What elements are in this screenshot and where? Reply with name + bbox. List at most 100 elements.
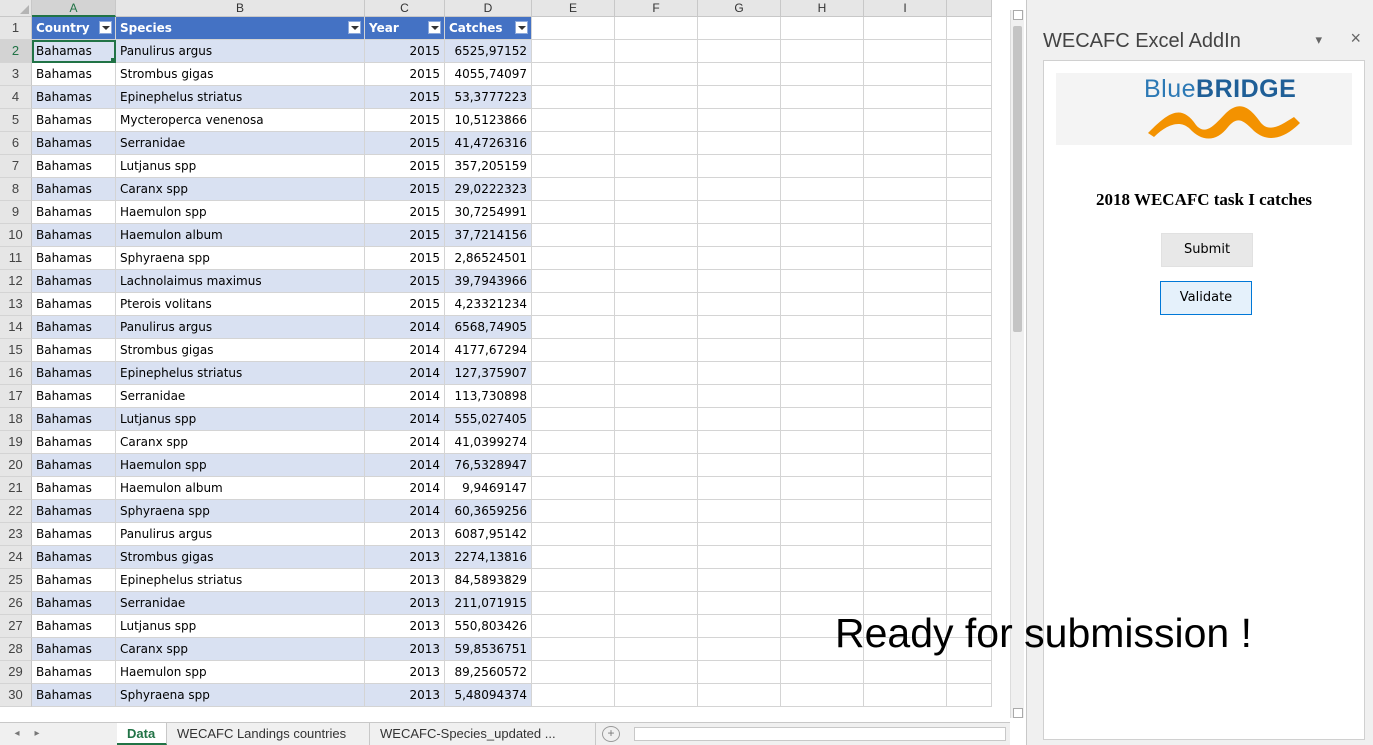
cell[interactable]: 2015 [365,63,445,86]
cell[interactable]: Bahamas [32,293,116,316]
empty-cell[interactable] [864,684,947,707]
empty-cell[interactable] [698,293,781,316]
cell[interactable]: 2015 [365,86,445,109]
row-header[interactable]: 25 [0,569,32,592]
empty-cell[interactable] [615,40,698,63]
cell[interactable]: Bahamas [32,638,116,661]
empty-cell[interactable] [698,247,781,270]
empty-cell[interactable] [615,247,698,270]
cell[interactable]: Bahamas [32,408,116,431]
scroll-up-arrow[interactable] [1013,10,1023,20]
empty-cell[interactable] [532,224,615,247]
cell[interactable]: Strombus gigas [116,339,365,362]
cell[interactable]: Bahamas [32,569,116,592]
cell[interactable]: Bahamas [32,132,116,155]
cell[interactable]: Haemulon album [116,477,365,500]
scroll-thumb[interactable] [1013,26,1022,332]
cell[interactable]: 2014 [365,362,445,385]
empty-cell[interactable] [947,661,992,684]
cell[interactable]: Bahamas [32,385,116,408]
row-header[interactable]: 24 [0,546,32,569]
empty-cell[interactable] [781,178,864,201]
empty-cell[interactable] [864,477,947,500]
empty-cell[interactable] [781,201,864,224]
empty-cell[interactable] [615,270,698,293]
row-header[interactable]: 12 [0,270,32,293]
empty-cell[interactable] [698,178,781,201]
empty-cell[interactable] [947,569,992,592]
cell[interactable]: Bahamas [32,661,116,684]
cell[interactable]: 2013 [365,615,445,638]
empty-cell[interactable] [532,17,615,40]
empty-cell[interactable] [864,431,947,454]
cell[interactable]: 60,3659256 [445,500,532,523]
scroll-down-arrow[interactable] [1013,708,1023,718]
filter-dropdown-icon[interactable] [428,21,441,34]
cell[interactable]: 2015 [365,132,445,155]
cell[interactable]: 29,0222323 [445,178,532,201]
cell[interactable]: 2015 [365,40,445,63]
empty-cell[interactable] [615,339,698,362]
empty-cell[interactable] [532,293,615,316]
cell[interactable]: 211,071915 [445,592,532,615]
cell[interactable]: Bahamas [32,316,116,339]
empty-cell[interactable] [615,684,698,707]
cell[interactable]: Bahamas [32,40,116,63]
cell[interactable]: 4055,74097 [445,63,532,86]
empty-cell[interactable] [532,201,615,224]
cell[interactable]: Bahamas [32,178,116,201]
empty-cell[interactable] [532,270,615,293]
cell[interactable]: 9,9469147 [445,477,532,500]
empty-cell[interactable] [781,661,864,684]
empty-cell[interactable] [947,224,992,247]
column-header[interactable]: B [116,0,365,17]
empty-cell[interactable] [947,316,992,339]
cell[interactable]: 2015 [365,270,445,293]
empty-cell[interactable] [947,339,992,362]
empty-cell[interactable] [698,316,781,339]
empty-cell[interactable] [947,109,992,132]
cell[interactable]: 2014 [365,339,445,362]
tab-data[interactable]: Data [117,723,167,745]
cell[interactable]: Bahamas [32,500,116,523]
empty-cell[interactable] [947,546,992,569]
empty-cell[interactable] [698,661,781,684]
cell[interactable]: Bahamas [32,362,116,385]
cell[interactable]: 6568,74905 [445,316,532,339]
empty-cell[interactable] [532,638,615,661]
column-header[interactable]: C [365,0,445,17]
table-header-country[interactable]: Country [32,17,116,40]
cell[interactable]: Lutjanus spp [116,155,365,178]
row-header[interactable]: 28 [0,638,32,661]
empty-cell[interactable] [781,408,864,431]
cell[interactable]: Strombus gigas [116,546,365,569]
cell[interactable]: Lutjanus spp [116,615,365,638]
empty-cell[interactable] [864,247,947,270]
empty-cell[interactable] [864,40,947,63]
empty-cell[interactable] [947,155,992,178]
row-header[interactable]: 30 [0,684,32,707]
empty-cell[interactable] [864,339,947,362]
cell[interactable]: 113,730898 [445,385,532,408]
cell[interactable]: Panulirus argus [116,523,365,546]
add-sheet-icon[interactable]: + [602,726,620,742]
empty-cell[interactable] [698,546,781,569]
cell[interactable]: 41,4726316 [445,132,532,155]
empty-cell[interactable] [615,523,698,546]
empty-cell[interactable] [615,385,698,408]
row-header[interactable]: 19 [0,431,32,454]
cell[interactable]: Strombus gigas [116,63,365,86]
pane-menu-icon[interactable]: ▾ [1316,32,1323,47]
row-header[interactable]: 2 [0,40,32,63]
cell[interactable]: Bahamas [32,86,116,109]
empty-cell[interactable] [864,362,947,385]
cell[interactable]: Sphyraena spp [116,500,365,523]
empty-cell[interactable] [947,293,992,316]
cell[interactable]: 10,5123866 [445,109,532,132]
column-header[interactable]: E [532,0,615,17]
empty-cell[interactable] [698,408,781,431]
empty-cell[interactable] [864,454,947,477]
cell[interactable]: 2014 [365,454,445,477]
empty-cell[interactable] [532,408,615,431]
empty-cell[interactable] [947,86,992,109]
